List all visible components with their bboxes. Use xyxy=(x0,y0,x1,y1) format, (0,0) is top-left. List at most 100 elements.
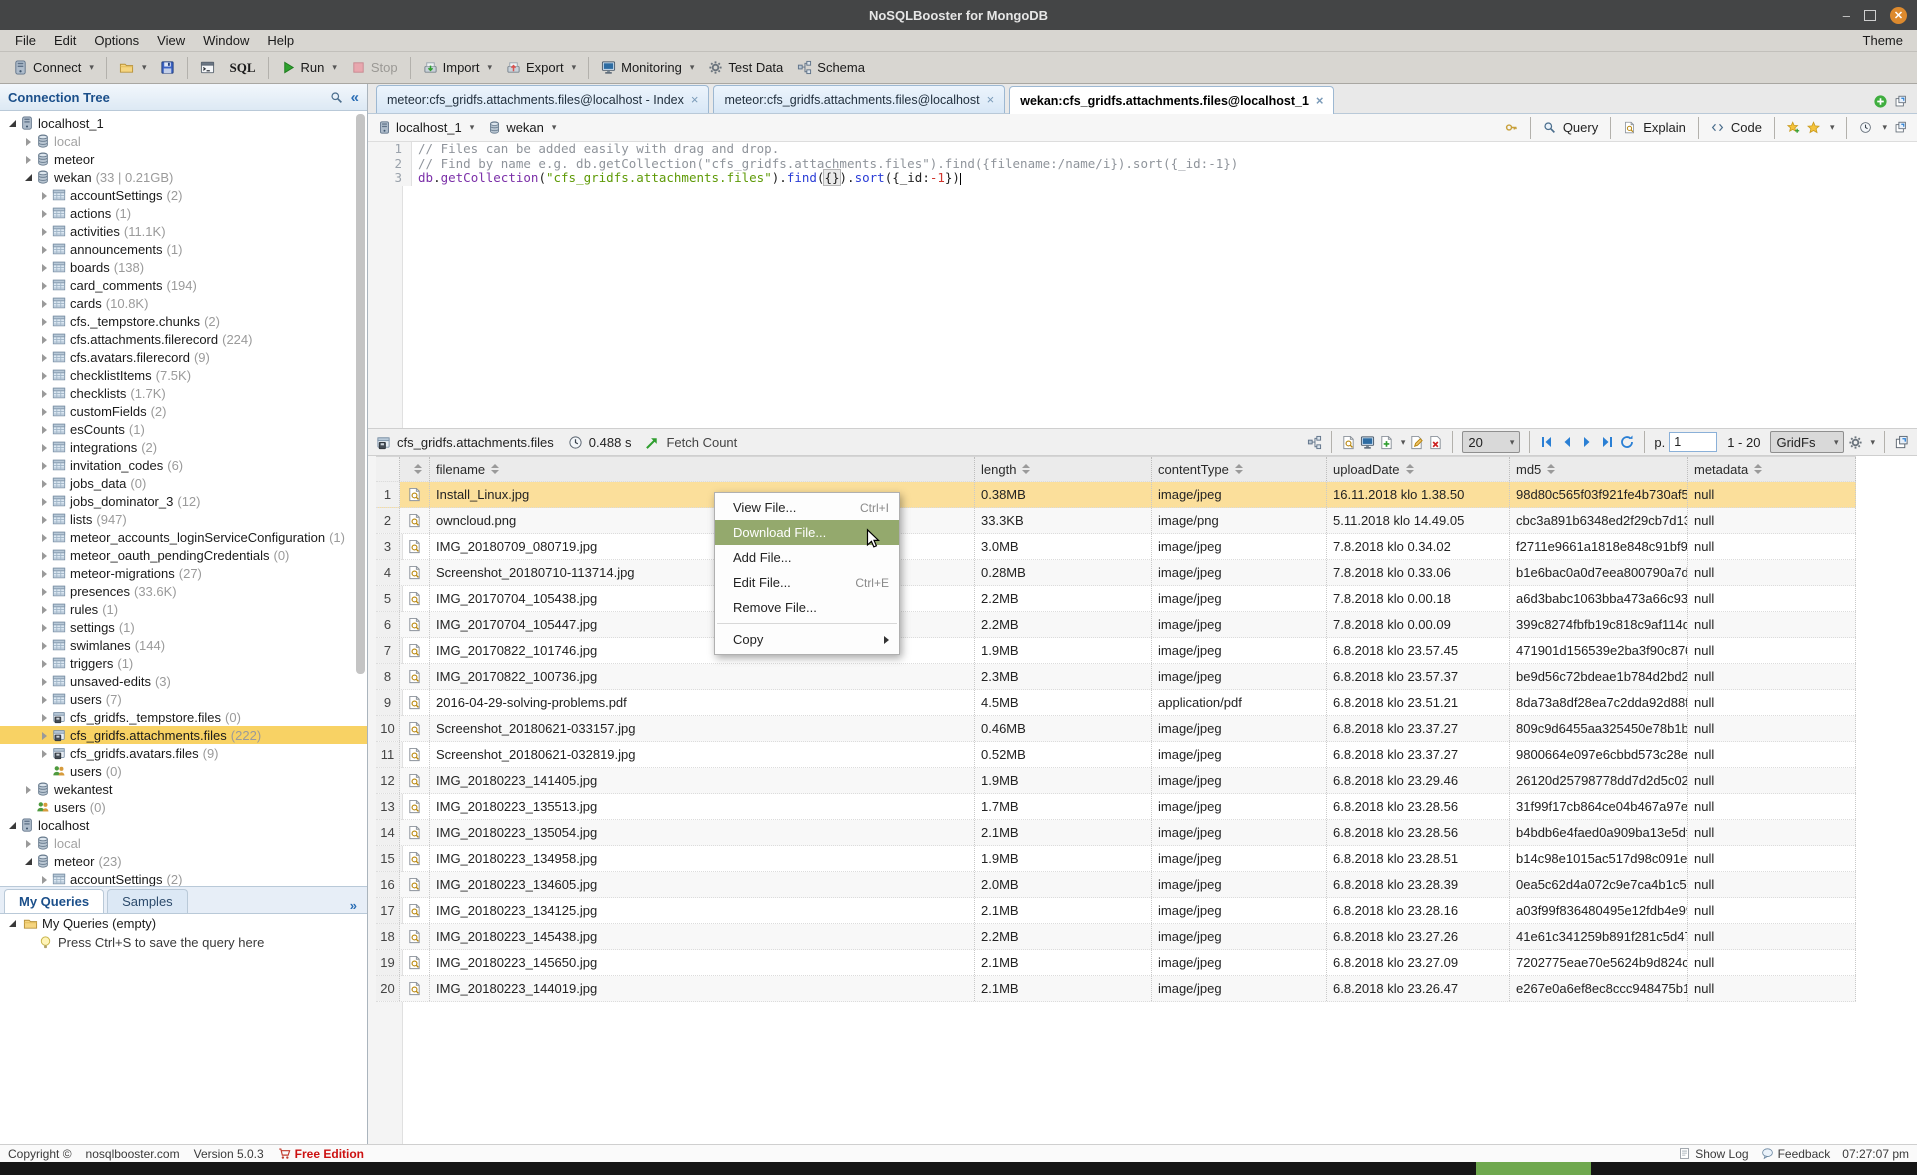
table-row[interactable]: 11Screenshot_20180621-032819.jpg0.52MBim… xyxy=(376,742,1856,768)
menu-window[interactable]: Window xyxy=(194,33,258,48)
view-file-icon[interactable] xyxy=(407,799,422,814)
expander-icon[interactable] xyxy=(22,837,35,850)
menu-help[interactable]: Help xyxy=(258,33,303,48)
expander-icon[interactable] xyxy=(38,711,51,724)
chevron-down-icon[interactable]: ▾ xyxy=(1882,122,1887,133)
expander-icon[interactable] xyxy=(38,567,51,580)
view-file-icon[interactable] xyxy=(407,825,422,840)
expander-icon[interactable] xyxy=(38,675,51,688)
table-row[interactable]: 17IMG_20180223_134125.jpg2.1MBimage/jpeg… xyxy=(376,898,1856,924)
tree-item-local[interactable]: local xyxy=(0,132,367,150)
tree-item-meteor[interactable]: meteor(23) xyxy=(0,852,367,870)
refresh-icon[interactable] xyxy=(1619,434,1635,450)
table-row[interactable]: 18IMG_20180223_145438.jpg2.2MBimage/jpeg… xyxy=(376,924,1856,950)
more-tabs-icon[interactable]: » xyxy=(350,898,363,913)
expander-icon[interactable] xyxy=(38,459,51,472)
page-size-select[interactable]: 20▾ xyxy=(1462,431,1520,453)
tree-item-meteor-oauth-pendingcredentials[interactable]: meteor_oauth_pendingCredentials(0) xyxy=(0,546,367,564)
menu-item-view-file-[interactable]: View File...Ctrl+I xyxy=(715,495,899,520)
edition-label[interactable]: Free Edition xyxy=(295,1147,364,1161)
expander-icon[interactable] xyxy=(38,369,51,382)
last-page-icon[interactable] xyxy=(1599,434,1615,450)
expander-icon[interactable] xyxy=(38,351,51,364)
view-console-icon[interactable] xyxy=(1360,435,1375,450)
expander-icon[interactable] xyxy=(22,171,35,184)
table-row[interactable]: 15IMG_20180223_134958.jpg1.9MBimage/jpeg… xyxy=(376,846,1856,872)
menu-file[interactable]: File xyxy=(6,33,45,48)
expander-icon[interactable] xyxy=(38,405,51,418)
page-number-input[interactable]: 1 xyxy=(1669,432,1717,452)
expander-icon[interactable] xyxy=(6,917,19,930)
expander-icon[interactable] xyxy=(22,783,35,796)
open-file-button[interactable]: ▾ xyxy=(112,55,154,81)
close-icon[interactable]: × xyxy=(691,92,699,107)
query-button[interactable]: Query xyxy=(1563,120,1598,135)
column-header-length[interactable]: length xyxy=(975,457,1152,481)
tree-item-checklistitems[interactable]: checklistItems(7.5K) xyxy=(0,366,367,384)
tree-item-meteor[interactable]: meteor xyxy=(0,150,367,168)
tree-item-local[interactable]: local xyxy=(0,834,367,852)
view-file-icon[interactable] xyxy=(407,929,422,944)
prev-page-icon[interactable] xyxy=(1559,434,1575,450)
edit-document-icon[interactable] xyxy=(1409,435,1424,450)
tab-my-queries[interactable]: My Queries xyxy=(4,889,104,913)
view-file-icon[interactable] xyxy=(407,643,422,658)
tree-item-wekantest[interactable]: wekantest xyxy=(0,780,367,798)
expander-icon[interactable] xyxy=(22,153,35,166)
expander-icon[interactable] xyxy=(38,315,51,328)
expander-icon[interactable] xyxy=(38,297,51,310)
tree-item-swimlanes[interactable]: swimlanes(144) xyxy=(0,636,367,654)
tree-item-triggers[interactable]: triggers(1) xyxy=(0,654,367,672)
tree-item-unsaved-edits[interactable]: unsaved-edits(3) xyxy=(0,672,367,690)
tree-item-cards[interactable]: cards(10.8K) xyxy=(0,294,367,312)
show-log-button[interactable]: Show Log xyxy=(1695,1147,1748,1161)
tree-item-customfields[interactable]: customFields(2) xyxy=(0,402,367,420)
expander-icon[interactable] xyxy=(38,729,51,742)
expander-icon[interactable] xyxy=(38,387,51,400)
expander-icon[interactable] xyxy=(38,585,51,598)
editor-tab-2[interactable]: meteor:cfs_gridfs.attachments.files@loca… xyxy=(713,85,1005,113)
my-queries-root[interactable]: My Queries (empty) xyxy=(0,914,367,933)
menu-options[interactable]: Options xyxy=(85,33,148,48)
schema-button[interactable]: Schema xyxy=(790,55,872,81)
tree-item-announcements[interactable]: announcements(1) xyxy=(0,240,367,258)
expander-icon[interactable] xyxy=(38,747,51,760)
table-row[interactable]: 20IMG_20180223_144019.jpg2.1MBimage/jpeg… xyxy=(376,976,1856,1002)
new-tab-icon[interactable] xyxy=(1873,94,1888,109)
view-file-icon[interactable] xyxy=(407,565,422,580)
stop-button[interactable]: Stop xyxy=(344,55,405,81)
delete-document-icon[interactable] xyxy=(1428,435,1443,450)
expander-icon[interactable] xyxy=(38,207,51,220)
expander-icon[interactable] xyxy=(38,225,51,238)
fetch-count-link[interactable]: Fetch Count xyxy=(666,435,737,450)
visual-query-icon[interactable] xyxy=(1307,435,1322,450)
menu-item-remove-file-[interactable]: Remove File... xyxy=(715,595,899,620)
tree-item-cfs-gridfs-avatars-files[interactable]: cfs_gridfs.avatars.files(9) xyxy=(0,744,367,762)
tree-item-localhost-1[interactable]: localhost_1 xyxy=(0,114,367,132)
expander-icon[interactable] xyxy=(38,441,51,454)
menu-edit[interactable]: Edit xyxy=(45,33,85,48)
expander-icon[interactable] xyxy=(38,873,51,886)
tree-item-rules[interactable]: rules(1) xyxy=(0,600,367,618)
close-icon[interactable]: × xyxy=(987,92,995,107)
table-row[interactable]: 19IMG_20180223_145650.jpg2.1MBimage/jpeg… xyxy=(376,950,1856,976)
expander-icon[interactable] xyxy=(38,333,51,346)
tree-item-localhost[interactable]: localhost xyxy=(0,816,367,834)
tree-item-users[interactable]: users(0) xyxy=(0,798,367,816)
view-file-icon[interactable] xyxy=(407,903,422,918)
maximize-results-icon[interactable] xyxy=(1894,435,1909,450)
export-button[interactable]: Export▾ xyxy=(499,55,583,81)
tree-item-users[interactable]: users(7) xyxy=(0,690,367,708)
table-row[interactable]: 5IMG_20170704_105438.jpg2.2MBimage/jpeg7… xyxy=(376,586,1856,612)
table-row[interactable]: 8IMG_20170822_100736.jpg2.3MBimage/jpeg6… xyxy=(376,664,1856,690)
view-file-icon[interactable] xyxy=(407,981,422,996)
tree-item-escounts[interactable]: esCounts(1) xyxy=(0,420,367,438)
expander-icon[interactable] xyxy=(6,117,19,130)
table-row[interactable]: 6IMG_20170704_105447.jpg2.2MBimage/jpeg7… xyxy=(376,612,1856,638)
column-header-contenttype[interactable]: contentType xyxy=(1152,457,1327,481)
tree-item-meteor-accounts-loginserviceconfiguration[interactable]: meteor_accounts_loginServiceConfiguratio… xyxy=(0,528,367,546)
tree-item-cfs-tempstore-chunks[interactable]: cfs._tempstore.chunks(2) xyxy=(0,312,367,330)
tree-item-integrations[interactable]: integrations(2) xyxy=(0,438,367,456)
chevron-down-icon[interactable]: ▾ xyxy=(1401,437,1406,448)
favorites-icon[interactable] xyxy=(1807,121,1820,134)
